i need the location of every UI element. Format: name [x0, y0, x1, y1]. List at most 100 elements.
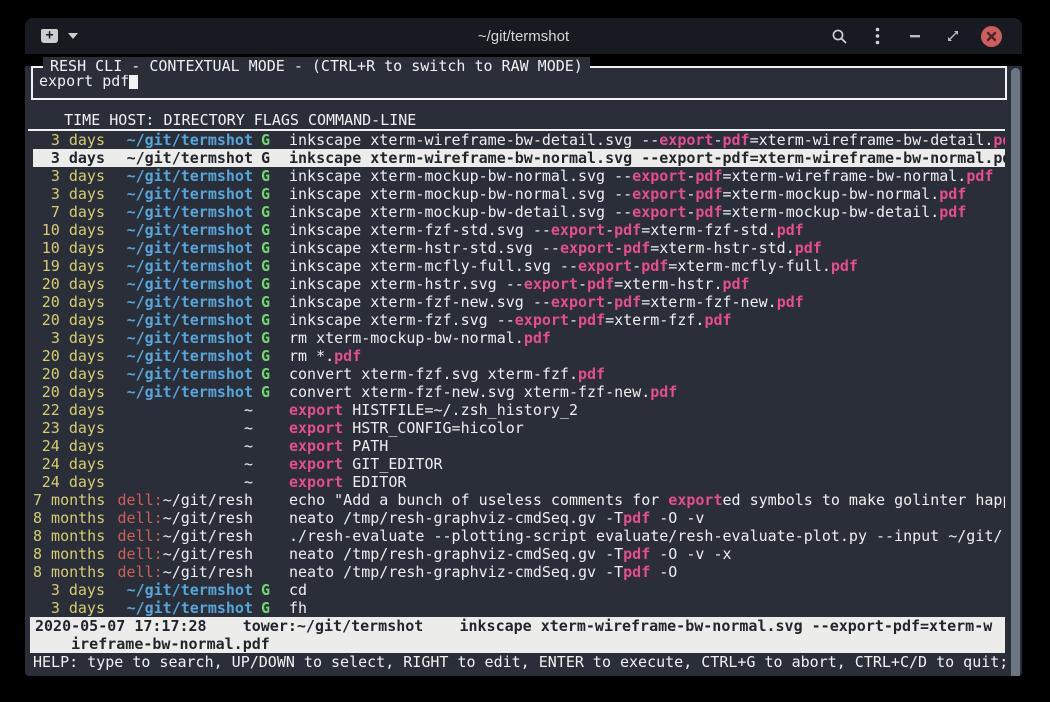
history-row[interactable]: 19 days~/git/termshotGinkscape xterm-mcf…: [33, 257, 1005, 275]
flags-cell: G: [261, 383, 275, 401]
match-highlight: pdf: [587, 275, 614, 293]
match-highlight: pdf: [831, 257, 858, 275]
flags-cell: [261, 563, 275, 581]
time-cell: 20 days: [33, 275, 105, 293]
directory-cell: ~/git/termshot: [113, 329, 253, 347]
command-text: neato /tmp/resh-graphviz-cmdSeq.gv -T: [289, 509, 623, 527]
directory-cell: dell:~/git/resh: [113, 545, 253, 563]
match-highlight: pdf: [641, 257, 668, 275]
time-cell: 20 days: [33, 311, 105, 329]
minimize-button[interactable]: [896, 21, 934, 51]
history-row[interactable]: 3 days~/git/termshotGrm xterm-mockup-bw-…: [33, 329, 1005, 347]
match-highlight: pdf: [623, 545, 650, 563]
history-row[interactable]: 8 monthsdell:~/git/resh./resh-evaluate -…: [33, 527, 1005, 545]
text-cursor: [129, 73, 138, 89]
history-row[interactable]: 3 days~/git/termshotGcd: [33, 581, 1005, 599]
match-highlight: export: [289, 401, 343, 419]
history-row[interactable]: 24 days~export GIT_EDITOR: [33, 455, 1005, 473]
directory-cell: ~/git/termshot: [113, 149, 253, 167]
history-row[interactable]: 20 days~/git/termshotGinkscape xterm-fzf…: [33, 293, 1005, 311]
command-cell: neato /tmp/resh-graphviz-cmdSeq.gv -Tpdf…: [289, 545, 1005, 563]
flags-cell: [261, 473, 275, 491]
command-text: =xterm-fzf-new.: [641, 293, 776, 311]
desktop-background: + ~/git/termshot: [0, 0, 1050, 702]
search-box[interactable]: RESH CLI - CONTEXTUAL MODE - (CTRL+R to …: [31, 66, 1007, 100]
command-text: GIT_EDITOR: [343, 455, 442, 473]
history-row[interactable]: 8 monthsdell:~/git/reshneato /tmp/resh-g…: [33, 545, 1005, 563]
match-highlight: pdf: [650, 383, 677, 401]
history-row[interactable]: 20 days~/git/termshotGconvert xterm-fzf.…: [33, 365, 1005, 383]
menu-button[interactable]: [858, 21, 896, 51]
history-row[interactable]: 20 days~/git/termshotGinkscape xterm-fzf…: [33, 311, 1005, 329]
search-box-title: RESH CLI - CONTEXTUAL MODE - (CTRL+R to …: [43, 57, 590, 75]
directory-path: ~/git/termshot: [127, 293, 253, 311]
command-text: ed symbols to make golinter happ: [722, 491, 1005, 509]
history-row[interactable]: 3 days~/git/termshotGinkscape xterm-wire…: [33, 149, 1005, 167]
flags-cell: G: [261, 185, 275, 203]
search-button[interactable]: [820, 21, 858, 51]
directory-cell: ~/git/termshot: [113, 221, 253, 239]
command-cell: ./resh-evaluate --plotting-script evalua…: [289, 527, 1005, 545]
search-icon: [831, 28, 848, 45]
command-text: -: [578, 275, 587, 293]
directory-path: ~/git/resh: [163, 545, 253, 563]
history-row[interactable]: 3 days~/git/termshotGinkscape xterm-mock…: [33, 167, 1005, 185]
directory-path: ~/git/termshot: [127, 581, 253, 599]
history-row[interactable]: 3 days~/git/termshotGinkscape xterm-wire…: [33, 131, 1005, 149]
directory-cell: ~/git/termshot: [113, 311, 253, 329]
history-row[interactable]: 3 days~/git/termshotGfh: [33, 599, 1005, 617]
chevron-down-icon: [68, 33, 78, 39]
match-highlight: export: [289, 419, 343, 437]
history-row[interactable]: 7 days~/git/termshotGinkscape xterm-mock…: [33, 203, 1005, 221]
directory-path: ~/git/termshot: [127, 275, 253, 293]
flags-cell: G: [261, 149, 275, 167]
new-tab-dropdown-button[interactable]: [68, 33, 78, 39]
time-cell: 19 days: [33, 257, 105, 275]
history-row[interactable]: 10 days~/git/termshotGinkscape xterm-hst…: [33, 239, 1005, 257]
history-row[interactable]: 8 monthsdell:~/git/reshneato /tmp/resh-g…: [33, 563, 1005, 581]
command-text: =xterm-mockup-bw-detail.: [722, 203, 939, 221]
flags-cell: [261, 527, 275, 545]
match-highlight: pdf: [966, 167, 993, 185]
time-cell: 3 days: [33, 581, 105, 599]
scrollbar-thumb[interactable]: [1011, 68, 1020, 676]
scrollbar[interactable]: [1011, 68, 1020, 676]
history-row[interactable]: 23 days~export HSTR_CONFIG=hicolor: [33, 419, 1005, 437]
directory-cell: ~/git/termshot: [113, 131, 253, 149]
close-button[interactable]: [972, 21, 1010, 51]
directory-path: ~/git/termshot: [127, 149, 253, 167]
history-row[interactable]: 20 days~/git/termshotGconvert xterm-fzf-…: [33, 383, 1005, 401]
match-highlight: export: [668, 491, 722, 509]
restore-icon: [947, 30, 959, 42]
history-row[interactable]: 10 days~/git/termshotGinkscape xterm-fzf…: [33, 221, 1005, 239]
command-text: inkscape xterm-mockup-bw-detail.svg --: [289, 203, 632, 221]
history-row[interactable]: 20 days~/git/termshotGinkscape xterm-hst…: [33, 275, 1005, 293]
match-highlight: pdf: [695, 203, 722, 221]
directory-path: ~/git/termshot: [127, 203, 253, 221]
history-row[interactable]: 3 days~/git/termshotGinkscape xterm-mock…: [33, 185, 1005, 203]
command-text: =xterm-mockup-bw-normal.: [722, 185, 939, 203]
new-tab-button[interactable]: +: [41, 29, 58, 43]
history-row[interactable]: 22 days~export HISTFILE=~/.zsh_history_2: [33, 401, 1005, 419]
directory-path: ~/git/termshot: [127, 185, 253, 203]
time-cell: 3 days: [33, 185, 105, 203]
history-row[interactable]: 7 monthsdell:~/git/reshecho "Add a bunch…: [33, 491, 1005, 509]
directory-path: ~/git/termshot: [127, 221, 253, 239]
command-text: inkscape xterm-fzf-std.svg --: [289, 221, 551, 239]
directory-path: ~/git/resh: [163, 563, 253, 581]
restore-button[interactable]: [934, 21, 972, 51]
match-highlight: export: [515, 311, 569, 329]
directory-cell: ~/git/termshot: [113, 581, 253, 599]
command-text: inkscape xterm-wireframe-bw-normal.svg -…: [289, 149, 1005, 167]
history-row[interactable]: 20 days~/git/termshotGrm *.pdf: [33, 347, 1005, 365]
history-row[interactable]: 24 days~export EDITOR: [33, 473, 1005, 491]
history-row[interactable]: 8 monthsdell:~/git/reshneato /tmp/resh-g…: [33, 509, 1005, 527]
command-cell: inkscape xterm-hstr-std.svg --export-pdf…: [289, 239, 1005, 257]
status-line-2: ireframe-bw-normal.pdf: [35, 635, 1005, 653]
directory-cell: ~: [113, 419, 253, 437]
match-highlight: pdf: [704, 311, 731, 329]
command-text: EDITOR: [343, 473, 406, 491]
history-row[interactable]: 24 days~export PATH: [33, 437, 1005, 455]
directory-path: ~/git/resh: [163, 491, 253, 509]
directory-cell: ~: [113, 455, 253, 473]
